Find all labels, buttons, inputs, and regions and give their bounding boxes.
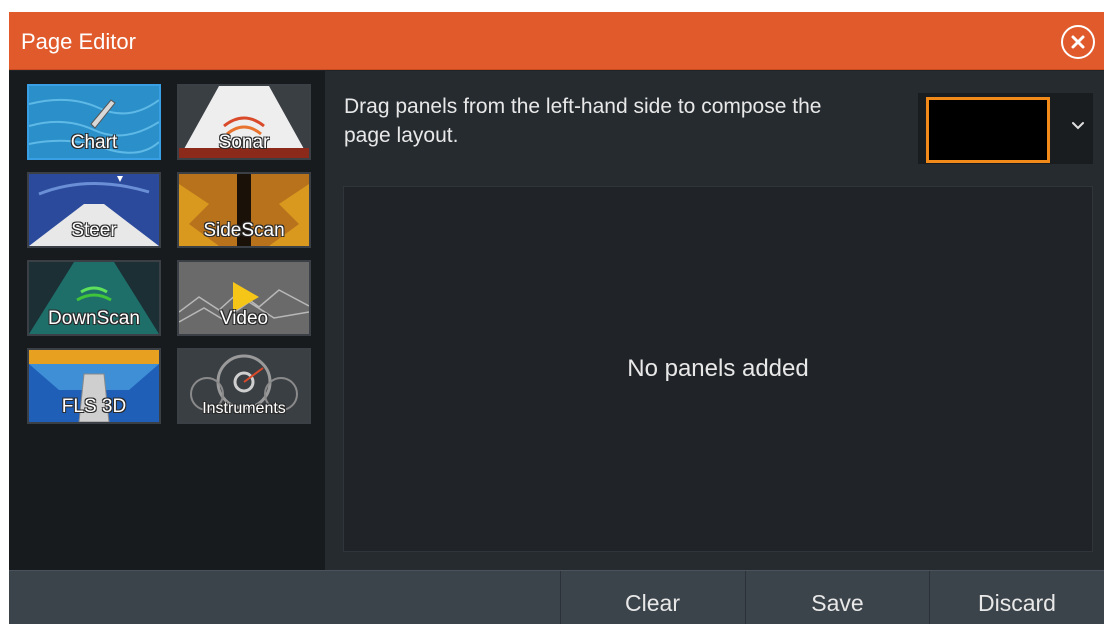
title-bar: Page Editor xyxy=(9,12,1104,70)
layout-preview xyxy=(926,97,1050,163)
empty-state-message: No panels added xyxy=(627,355,809,382)
panel-tile-label: Sonar xyxy=(218,132,270,153)
panel-tile-chart[interactable]: Chart xyxy=(27,84,161,160)
panel-tile-label: Steer xyxy=(71,220,117,241)
panel-tile-label: FLS 3D xyxy=(61,396,127,417)
clear-button[interactable]: Clear xyxy=(560,571,744,624)
panel-tile-label: Video xyxy=(219,308,269,329)
page-editor-window: Page Editor Chart Sonar Steer SideScan D… xyxy=(9,12,1104,624)
chevron-down-icon xyxy=(1072,122,1084,130)
panel-tile-label: SideScan xyxy=(203,220,285,241)
panel-tile-label: DownScan xyxy=(48,308,140,329)
panel-tile-label: Chart xyxy=(70,132,118,153)
layout-editor: Drag panels from the left-hand side to c… xyxy=(325,71,1104,570)
panel-tile-downscan[interactable]: DownScan xyxy=(27,260,161,336)
discard-button[interactable]: Discard xyxy=(929,571,1104,624)
panel-tile-sonar[interactable]: Sonar xyxy=(177,84,311,160)
layout-selector[interactable] xyxy=(918,93,1093,164)
panel-tile-fls3d[interactable]: FLS 3D xyxy=(27,348,161,424)
panel-tile-instruments[interactable]: Instruments xyxy=(177,348,311,424)
panel-tile-label: Instruments xyxy=(202,400,286,417)
panel-palette: Chart Sonar Steer SideScan DownScan Vide… xyxy=(9,71,325,570)
panel-tile-video[interactable]: Video xyxy=(177,260,311,336)
footer-bar: Clear Save Discard xyxy=(9,570,1104,624)
panel-tile-steer[interactable]: Steer xyxy=(27,172,161,248)
save-button[interactable]: Save xyxy=(745,571,929,624)
instruction-text: Drag panels from the left-hand side to c… xyxy=(344,95,822,147)
close-button[interactable] xyxy=(1061,25,1095,59)
close-icon xyxy=(1071,35,1085,49)
window-title: Page Editor xyxy=(21,29,136,54)
panel-tile-sidescan[interactable]: SideScan xyxy=(177,172,311,248)
panel-drop-area[interactable]: No panels added xyxy=(343,186,1093,552)
